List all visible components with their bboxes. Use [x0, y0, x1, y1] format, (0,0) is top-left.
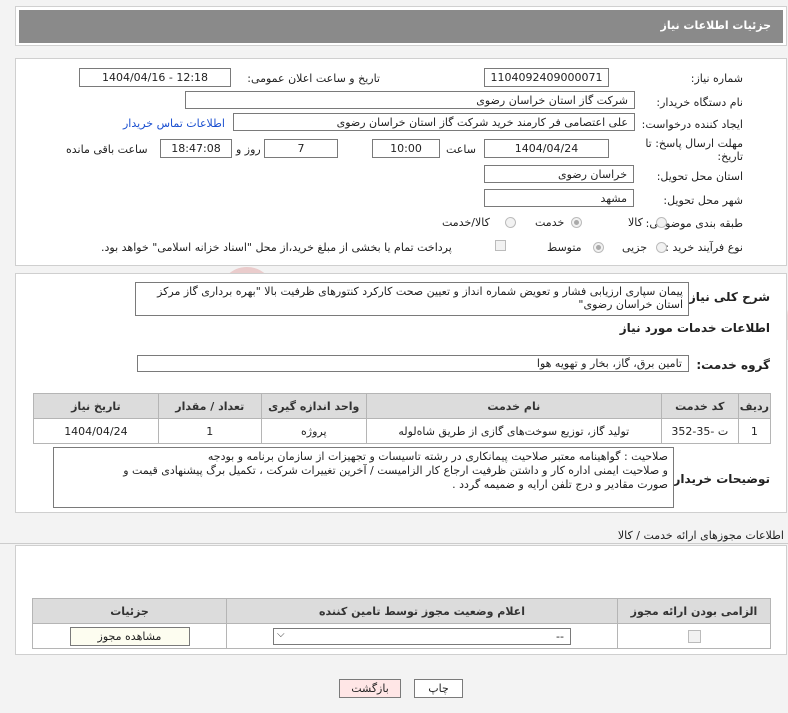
deadline-label-date: تاریخ:: [717, 150, 743, 163]
col-service-code: کد خدمت: [660, 393, 739, 419]
col-quantity: تعداد / مقدار: [157, 393, 262, 419]
process-option-partial: جزیی: [622, 241, 648, 254]
city-label: شهر محل تحویل:: [663, 194, 743, 207]
permits-divider: [0, 543, 788, 544]
process-radio-medium[interactable]: [593, 242, 604, 253]
payment-text: پرداخت تمام یا بخشی از مبلغ خرید،از محل …: [101, 241, 452, 254]
summary-textarea[interactable]: پیمان سپاری ارزیابی فشار و تعویض شماره ا…: [135, 282, 689, 316]
col-unit: واحد اندازه گیری: [260, 393, 367, 419]
col-permit-status: اعلام وضعیت مجوز توسط تامین کننده: [226, 598, 618, 624]
remaining-time-field[interactable]: 18:47:08: [160, 139, 232, 158]
permit-status-select[interactable]: -- ⌵: [273, 627, 571, 645]
cell-permit-details: مشاهده مجوز: [32, 623, 227, 649]
cell-permit-required: [617, 623, 771, 649]
category-radio-goods-service[interactable]: [505, 217, 516, 228]
page-title: جزئیات اطلاعات نیاز: [660, 19, 772, 32]
back-button[interactable]: بازگشت: [339, 679, 401, 698]
col-permit-details: جزئیات: [32, 598, 227, 624]
cell-service-code: ت -35-352: [660, 418, 739, 444]
process-option-medium: متوسط: [547, 241, 582, 254]
buyer-notes-line-3: صورت مقادیر و درج تلفن ارایه و ضمیمه گرد…: [452, 478, 668, 491]
need-info-panel: [15, 58, 787, 266]
announce-label: تاریخ و ساعت اعلان عمومی:: [247, 72, 380, 85]
print-button[interactable]: چاپ: [414, 679, 463, 698]
buyer-org-field[interactable]: شرکت گاز استان خراسان رضوی: [185, 91, 635, 109]
col-service-name: نام خدمت: [365, 393, 662, 419]
header-bar: جزئیات اطلاعات نیاز: [19, 10, 783, 43]
summary-text: پیمان سپاری ارزیابی فشار و تعویض شماره ا…: [157, 285, 683, 311]
permit-required-checkbox[interactable]: [687, 629, 701, 643]
buyer-notes-textarea[interactable]: صلاحیت : گواهینامه معتبر صلاحیت پیمانکار…: [53, 447, 674, 508]
province-field[interactable]: خراسان رضوی: [484, 165, 634, 183]
deadline-time-field[interactable]: 10:00: [372, 139, 440, 158]
creator-label: ایجاد کننده درخواست:: [641, 118, 743, 131]
province-label: استان محل تحویل:: [656, 170, 743, 183]
cell-permit-status: -- ⌵: [226, 623, 618, 649]
remaining-label: ساعت باقی مانده: [66, 143, 148, 156]
cell-quantity: 1: [157, 418, 262, 444]
buyer-notes-line-2: و صلاحیت ایمنی اداره کار و داشتن ظرفیت ا…: [123, 464, 668, 477]
service-group-field[interactable]: تامین برق، گاز، بخار و تهویه هوا: [137, 355, 689, 372]
announce-field[interactable]: 1404/04/16 - 12:18: [79, 68, 231, 87]
category-radio-service[interactable]: [571, 217, 582, 228]
cell-row-number: 1: [737, 418, 772, 444]
process-radio-partial[interactable]: [656, 242, 667, 253]
need-number-label: شماره نیاز:: [690, 72, 743, 85]
cell-need-date: 1404/04/24: [33, 418, 159, 444]
cell-unit: پروژه: [260, 418, 367, 444]
cell-service-name: تولید گاز، توزیع سوخت‌های گازی از طریق ش…: [365, 418, 662, 444]
category-option-goods-service: کالا/خدمت: [442, 216, 490, 229]
permits-table-header: الزامی بودن ارائه مجوز اعلام وضعیت مجوز …: [32, 598, 771, 624]
days-label: روز و: [236, 143, 261, 156]
category-option-service: خدمت: [535, 216, 565, 229]
service-group-label: گروه خدمت:: [696, 358, 770, 372]
chevron-down-icon: ⌵: [277, 628, 285, 640]
buyer-notes-label: توضیحات خریدار:: [668, 472, 770, 486]
need-number-field[interactable]: 1104092409000071: [484, 68, 609, 87]
buyer-org-label: نام دستگاه خریدار:: [656, 96, 743, 109]
view-permit-button[interactable]: مشاهده مجوز: [69, 626, 190, 646]
deadline-label: مهلت ارسال پاسخ: تا: [645, 137, 743, 150]
col-need-date: تاریخ نیاز: [33, 393, 159, 419]
col-permit-required: الزامی بودن ارائه مجوز: [617, 598, 771, 624]
deadline-date-field[interactable]: 1404/04/24: [484, 139, 609, 158]
days-field[interactable]: 7: [264, 139, 338, 158]
permits-section-title: اطلاعات مجوزهای ارائه خدمت / کالا: [617, 529, 784, 542]
services-table: ردیف کد خدمت نام خدمت واحد اندازه گیری ت…: [33, 393, 772, 444]
buyer-notes-line-1: صلاحیت : گواهینامه معتبر صلاحیت پیمانکار…: [207, 450, 668, 463]
category-radio-goods[interactable]: [656, 217, 667, 228]
category-option-goods: کالا: [628, 216, 643, 229]
services-section-title: اطلاعات خدمات مورد نیاز: [619, 321, 770, 335]
table-row: 1 ت -35-352 تولید گاز، توزیع سوخت‌های گا…: [33, 418, 772, 444]
contact-buyer-link[interactable]: اطلاعات تماس خریدار: [123, 117, 225, 130]
deadline-time-label: ساعت: [446, 143, 476, 156]
services-table-header: ردیف کد خدمت نام خدمت واحد اندازه گیری ت…: [33, 393, 772, 419]
city-field[interactable]: مشهد: [484, 189, 634, 207]
payment-checkbox[interactable]: [495, 240, 506, 251]
permit-status-value: --: [556, 629, 564, 643]
creator-field[interactable]: علی اعتصامی فر کارمند خرید شرکت گاز استا…: [233, 113, 635, 131]
summary-label: شرح کلی نیاز:: [684, 290, 770, 304]
process-label: نوع فرآیند خرید :: [665, 241, 743, 254]
header-panel: جزئیات اطلاعات نیاز: [15, 6, 787, 46]
table-row: -- ⌵ مشاهده مجوز: [32, 623, 771, 649]
permits-table: الزامی بودن ارائه مجوز اعلام وضعیت مجوز …: [32, 598, 771, 649]
col-row-number: ردیف: [737, 393, 772, 419]
